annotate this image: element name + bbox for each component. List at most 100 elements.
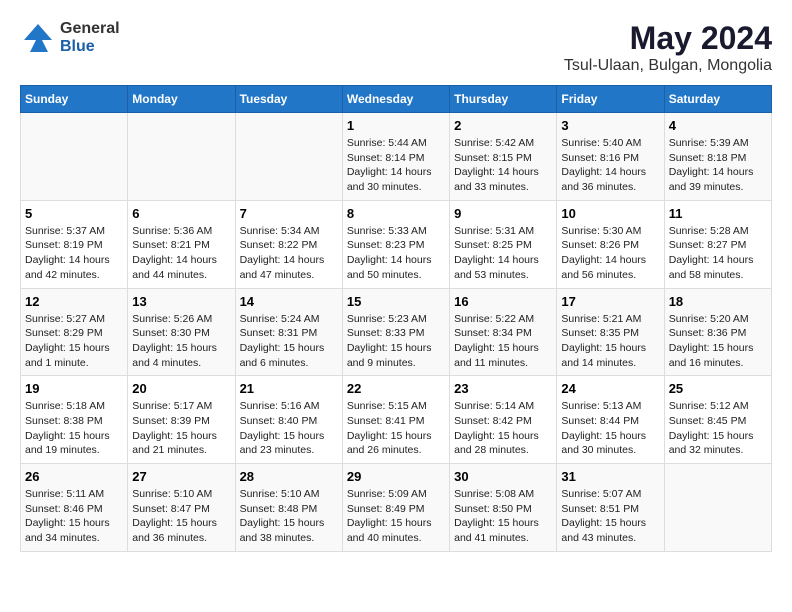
week-row-3: 12 Sunrise: 5:27 AMSunset: 8:29 PMDayligh… [21, 288, 772, 376]
header-thursday: Thursday [450, 86, 557, 113]
day-info: Sunrise: 5:18 AMSunset: 8:38 PMDaylight:… [25, 399, 123, 458]
calendar-cell [664, 464, 771, 552]
day-number: 28 [240, 469, 338, 484]
calendar-cell: 6Sunrise: 5:36 AMSunset: 8:21 PMDaylight… [128, 200, 235, 288]
day-info: Sunrise: 5:27 AMSunset: 8:29 PMDaylight:… [25, 312, 123, 371]
day-number: 1 [347, 118, 445, 133]
day-info: Sunrise: 5:08 AMSunset: 8:50 PMDaylight:… [454, 487, 552, 546]
week-row-1: 1 Sunrise: 5:44 AMSunset: 8:14 PMDaylight… [21, 113, 772, 201]
calendar-cell: 16Sunrise: 5:22 AMSunset: 8:34 PMDayligh… [450, 288, 557, 376]
day-info: Sunrise: 5:10 AMSunset: 8:47 PMDaylight:… [132, 487, 230, 546]
day-info: Sunrise: 5:30 AMSunset: 8:26 PMDaylight:… [561, 224, 659, 283]
day-info: Sunrise: 5:07 AMSunset: 8:51 PMDaylight:… [561, 487, 659, 546]
calendar-body: 1 Sunrise: 5:44 AMSunset: 8:14 PMDaylight… [21, 113, 772, 552]
calendar-cell: 9 Sunrise: 5:31 AMSunset: 8:25 PMDaylight… [450, 200, 557, 288]
subtitle: Tsul-Ulaan, Bulgan, Mongolia [564, 57, 772, 75]
day-info: Sunrise: 5:21 AMSunset: 8:35 PMDaylight:… [561, 312, 659, 371]
calendar-cell: 14Sunrise: 5:24 AMSunset: 8:31 PMDayligh… [235, 288, 342, 376]
day-info: Sunrise: 5:44 AMSunset: 8:14 PMDaylight:… [347, 136, 445, 195]
calendar-cell [128, 113, 235, 201]
day-number: 29 [347, 469, 445, 484]
day-number: 21 [240, 381, 338, 396]
day-info: Sunrise: 5:23 AMSunset: 8:33 PMDaylight:… [347, 312, 445, 371]
day-number: 31 [561, 469, 659, 484]
day-info: Sunrise: 5:39 AMSunset: 8:18 PMDaylight:… [669, 136, 767, 195]
calendar-cell: 15 Sunrise: 5:23 AMSunset: 8:33 PMDayligh… [342, 288, 449, 376]
header-friday: Friday [557, 86, 664, 113]
calendar-cell: 20Sunrise: 5:17 AMSunset: 8:39 PMDayligh… [128, 376, 235, 464]
logo-text: General Blue [60, 20, 120, 55]
week-row-2: 5Sunrise: 5:37 AMSunset: 8:19 PMDaylight… [21, 200, 772, 288]
header-monday: Monday [128, 86, 235, 113]
header-wednesday: Wednesday [342, 86, 449, 113]
logo-icon [20, 20, 56, 56]
calendar-cell: 17 Sunrise: 5:21 AMSunset: 8:35 PMDayligh… [557, 288, 664, 376]
day-number: 8 [347, 206, 445, 221]
day-number: 16 [454, 294, 552, 309]
day-info: Sunrise: 5:10 AMSunset: 8:48 PMDaylight:… [240, 487, 338, 546]
day-info: Sunrise: 5:40 AMSunset: 8:16 PMDaylight:… [561, 136, 659, 195]
logo: General Blue [20, 20, 120, 56]
header-saturday: Saturday [664, 86, 771, 113]
day-number: 26 [25, 469, 123, 484]
calendar-cell: 29 Sunrise: 5:09 AMSunset: 8:49 PMDayligh… [342, 464, 449, 552]
day-info: Sunrise: 5:15 AMSunset: 8:41 PMDaylight:… [347, 399, 445, 458]
page-header: General Blue May 2024 Tsul-Ulaan, Bulgan… [20, 20, 772, 75]
calendar-cell: 13Sunrise: 5:26 AMSunset: 8:30 PMDayligh… [128, 288, 235, 376]
calendar-cell: 4 Sunrise: 5:39 AMSunset: 8:18 PMDaylight… [664, 113, 771, 201]
day-info: Sunrise: 5:34 AMSunset: 8:22 PMDaylight:… [240, 224, 338, 283]
calendar-cell: 11 Sunrise: 5:28 AMSunset: 8:27 PMDayligh… [664, 200, 771, 288]
day-number: 15 [347, 294, 445, 309]
header-sunday: Sunday [21, 86, 128, 113]
day-number: 25 [669, 381, 767, 396]
calendar-header: Sunday Monday Tuesday Wednesday Thursday… [21, 86, 772, 113]
day-info: Sunrise: 5:13 AMSunset: 8:44 PMDaylight:… [561, 399, 659, 458]
day-info: Sunrise: 5:12 AMSunset: 8:45 PMDaylight:… [669, 399, 767, 458]
day-number: 10 [561, 206, 659, 221]
logo-general: General [60, 20, 120, 38]
header-row: Sunday Monday Tuesday Wednesday Thursday… [21, 86, 772, 113]
calendar-cell: 12 Sunrise: 5:27 AMSunset: 8:29 PMDayligh… [21, 288, 128, 376]
calendar-cell: 24 Sunrise: 5:13 AMSunset: 8:44 PMDayligh… [557, 376, 664, 464]
day-number: 22 [347, 381, 445, 396]
day-number: 7 [240, 206, 338, 221]
day-info: Sunrise: 5:16 AMSunset: 8:40 PMDaylight:… [240, 399, 338, 458]
calendar-cell: 1 Sunrise: 5:44 AMSunset: 8:14 PMDaylight… [342, 113, 449, 201]
day-info: Sunrise: 5:31 AMSunset: 8:25 PMDaylight:… [454, 224, 552, 283]
calendar-cell: 7 Sunrise: 5:34 AMSunset: 8:22 PMDaylight… [235, 200, 342, 288]
week-row-4: 19 Sunrise: 5:18 AMSunset: 8:38 PMDayligh… [21, 376, 772, 464]
day-number: 23 [454, 381, 552, 396]
day-info: Sunrise: 5:42 AMSunset: 8:15 PMDaylight:… [454, 136, 552, 195]
calendar-cell: 8 Sunrise: 5:33 AMSunset: 8:23 PMDaylight… [342, 200, 449, 288]
day-number: 19 [25, 381, 123, 396]
calendar-cell: 22 Sunrise: 5:15 AMSunset: 8:41 PMDayligh… [342, 376, 449, 464]
main-title: May 2024 [564, 20, 772, 57]
calendar-cell: 31 Sunrise: 5:07 AMSunset: 8:51 PMDayligh… [557, 464, 664, 552]
calendar-cell: 26 Sunrise: 5:11 AMSunset: 8:46 PMDayligh… [21, 464, 128, 552]
day-number: 12 [25, 294, 123, 309]
calendar-table: Sunday Monday Tuesday Wednesday Thursday… [20, 85, 772, 552]
day-number: 14 [240, 294, 338, 309]
title-block: May 2024 Tsul-Ulaan, Bulgan, Mongolia [564, 20, 772, 75]
day-info: Sunrise: 5:17 AMSunset: 8:39 PMDaylight:… [132, 399, 230, 458]
day-number: 3 [561, 118, 659, 133]
day-info: Sunrise: 5:36 AMSunset: 8:21 PMDaylight:… [132, 224, 230, 283]
day-info: Sunrise: 5:11 AMSunset: 8:46 PMDaylight:… [25, 487, 123, 546]
calendar-cell: 28 Sunrise: 5:10 AMSunset: 8:48 PMDayligh… [235, 464, 342, 552]
day-number: 17 [561, 294, 659, 309]
calendar-cell: 2Sunrise: 5:42 AMSunset: 8:15 PMDaylight… [450, 113, 557, 201]
calendar-cell: 5Sunrise: 5:37 AMSunset: 8:19 PMDaylight… [21, 200, 128, 288]
calendar-cell: 18Sunrise: 5:20 AMSunset: 8:36 PMDayligh… [664, 288, 771, 376]
day-number: 5 [25, 206, 123, 221]
day-number: 11 [669, 206, 767, 221]
day-number: 4 [669, 118, 767, 133]
day-number: 24 [561, 381, 659, 396]
day-number: 18 [669, 294, 767, 309]
day-number: 9 [454, 206, 552, 221]
calendar-cell: 21 Sunrise: 5:16 AMSunset: 8:40 PMDayligh… [235, 376, 342, 464]
calendar-cell: 23Sunrise: 5:14 AMSunset: 8:42 PMDayligh… [450, 376, 557, 464]
day-info: Sunrise: 5:33 AMSunset: 8:23 PMDaylight:… [347, 224, 445, 283]
day-info: Sunrise: 5:28 AMSunset: 8:27 PMDaylight:… [669, 224, 767, 283]
calendar-cell: 25 Sunrise: 5:12 AMSunset: 8:45 PMDayligh… [664, 376, 771, 464]
day-info: Sunrise: 5:09 AMSunset: 8:49 PMDaylight:… [347, 487, 445, 546]
